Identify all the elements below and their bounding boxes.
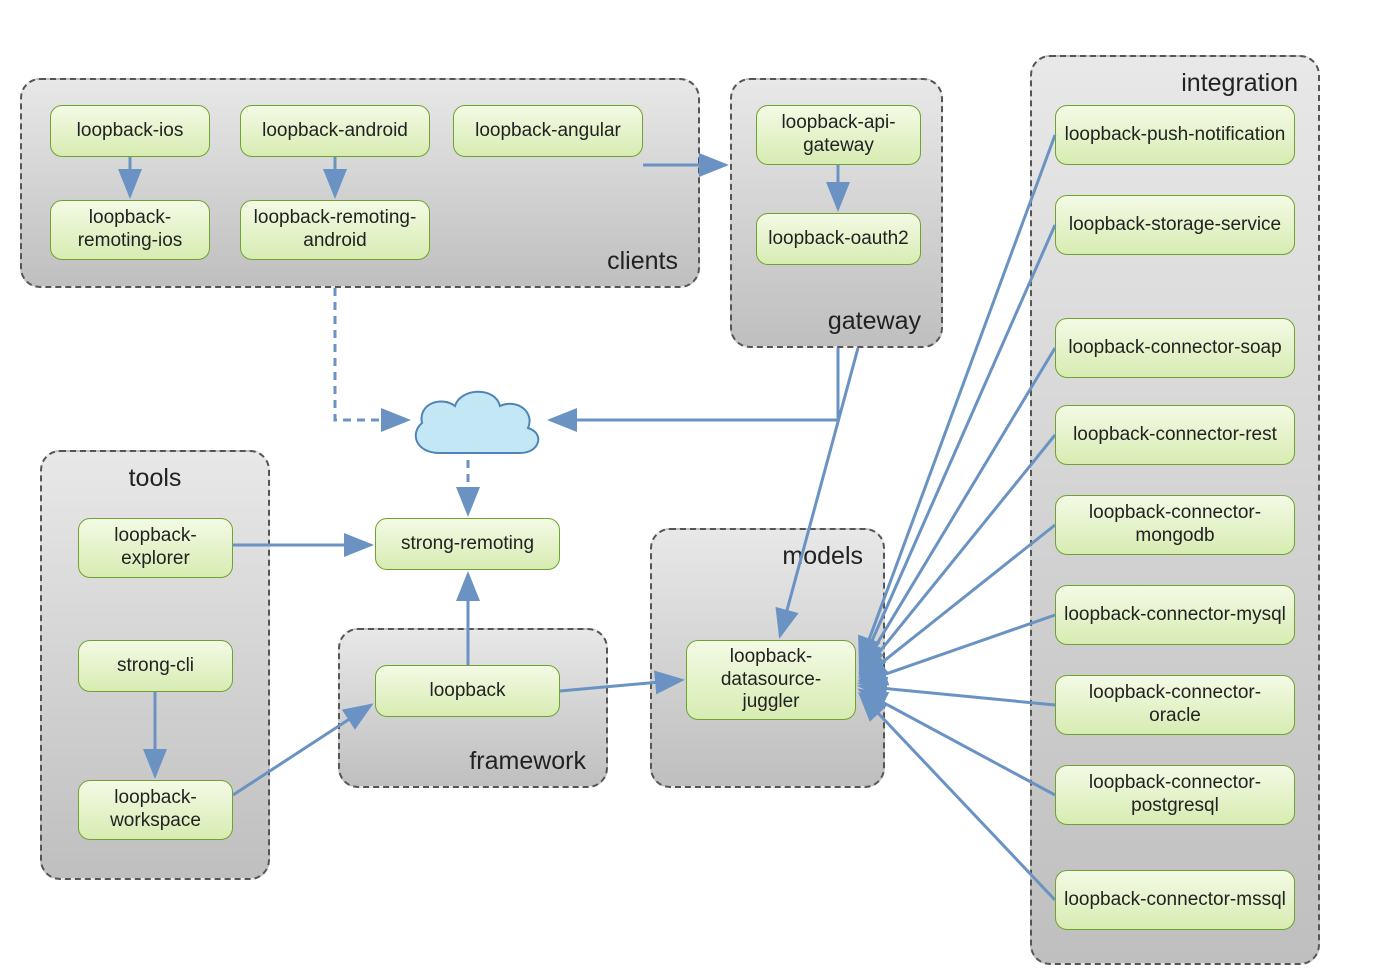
label: loopback-connector-soap [1068,337,1281,360]
label: loopback-datasource-juggler [695,646,847,714]
cloud-icon [400,378,550,473]
label: loopback-android [262,120,408,143]
label: loopback-ios [77,120,184,143]
node-loopback: loopback [375,665,560,717]
label: loopback-connector-mssql [1064,889,1286,912]
group-integration-label: integration [1181,69,1298,98]
label: loopback-api-gateway [765,112,912,158]
label: loopback-explorer [87,525,224,571]
node-loopback-connector-oracle: loopback-connector-oracle [1055,675,1295,735]
label: loopback-remoting-ios [59,207,201,253]
label: loopback-connector-postgresql [1064,772,1286,818]
label: strong-cli [117,655,194,678]
node-loopback-connector-postgresql: loopback-connector-postgresql [1055,765,1295,825]
label: loopback-oauth2 [768,228,909,251]
node-loopback-remoting-android: loopback-remoting-android [240,200,430,260]
node-loopback-remoting-ios: loopback-remoting-ios [50,200,210,260]
node-loopback-angular: loopback-angular [453,105,643,157]
node-loopback-explorer: loopback-explorer [78,518,233,578]
label: loopback-connector-rest [1073,424,1277,447]
label: loopback-workspace [87,787,224,833]
group-models-label: models [782,542,863,571]
node-loopback-connector-mssql: loopback-connector-mssql [1055,870,1295,930]
label: loopback [429,680,505,703]
node-loopback-datasource-juggler: loopback-datasource-juggler [686,640,856,720]
node-loopback-workspace: loopback-workspace [78,780,233,840]
group-framework-label: framework [469,747,586,776]
node-loopback-android: loopback-android [240,105,430,157]
group-clients-label: clients [607,247,678,276]
group-tools-label: tools [129,464,182,493]
label: loopback-push-notification [1065,124,1286,147]
node-loopback-push-notification: loopback-push-notification [1055,105,1295,165]
node-strong-cli: strong-cli [78,640,233,692]
label: loopback-connector-mysql [1064,604,1286,627]
node-loopback-ios: loopback-ios [50,105,210,157]
group-gateway-label: gateway [828,307,921,336]
node-loopback-connector-soap: loopback-connector-soap [1055,318,1295,378]
label: loopback-connector-mongodb [1064,502,1286,548]
label: loopback-connector-oracle [1064,682,1286,728]
label: loopback-angular [475,120,621,143]
node-loopback-connector-mysql: loopback-connector-mysql [1055,585,1295,645]
node-loopback-connector-rest: loopback-connector-rest [1055,405,1295,465]
node-loopback-api-gateway: loopback-api-gateway [756,105,921,165]
node-strong-remoting: strong-remoting [375,518,560,570]
label: loopback-remoting-android [249,207,421,253]
node-loopback-storage-service: loopback-storage-service [1055,195,1295,255]
node-loopback-connector-mongodb: loopback-connector-mongodb [1055,495,1295,555]
node-loopback-oauth2: loopback-oauth2 [756,213,921,265]
label: loopback-storage-service [1069,214,1281,237]
label: strong-remoting [401,533,534,556]
